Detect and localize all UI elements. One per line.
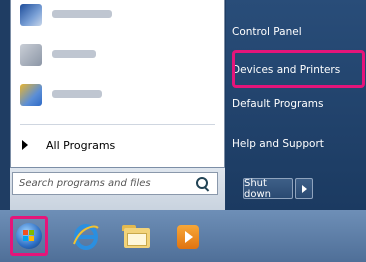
- all-programs-button[interactable]: All Programs: [20, 130, 220, 160]
- pinned-program-1[interactable]: [16, 2, 216, 30]
- menu-item-control-panel[interactable]: Control Panel: [232, 26, 302, 38]
- divider: [20, 124, 215, 125]
- program-icon: [20, 44, 42, 66]
- program-icon: [20, 84, 42, 106]
- program-label-blurred: [52, 90, 102, 98]
- search-icon[interactable]: [195, 176, 211, 192]
- triangle-right-icon: [22, 140, 28, 150]
- pinned-program-3[interactable]: [16, 82, 216, 110]
- start-button[interactable]: [10, 216, 48, 256]
- windows-orb-icon: [16, 223, 42, 249]
- chevron-right-icon: [301, 184, 307, 193]
- menu-item-help-and-support[interactable]: Help and Support: [232, 138, 324, 150]
- search-input[interactable]: Search programs and files: [12, 172, 218, 195]
- shutdown-options-button[interactable]: [295, 178, 313, 199]
- shutdown-button[interactable]: Shut down: [243, 178, 293, 200]
- program-icon: [20, 4, 42, 26]
- internet-explorer-icon[interactable]: [72, 222, 100, 252]
- program-label-blurred: [52, 10, 112, 18]
- menu-item-default-programs[interactable]: Default Programs: [232, 98, 323, 110]
- pinned-program-2[interactable]: [16, 42, 216, 70]
- search-placeholder: Search programs and files: [19, 178, 151, 189]
- media-player-icon[interactable]: [175, 222, 203, 252]
- windows-explorer-icon[interactable]: [122, 222, 150, 252]
- start-menu: All Programs Search programs and files C…: [0, 0, 366, 210]
- all-programs-label: All Programs: [46, 138, 116, 152]
- program-label-blurred: [52, 50, 96, 58]
- highlight-box: [232, 50, 365, 88]
